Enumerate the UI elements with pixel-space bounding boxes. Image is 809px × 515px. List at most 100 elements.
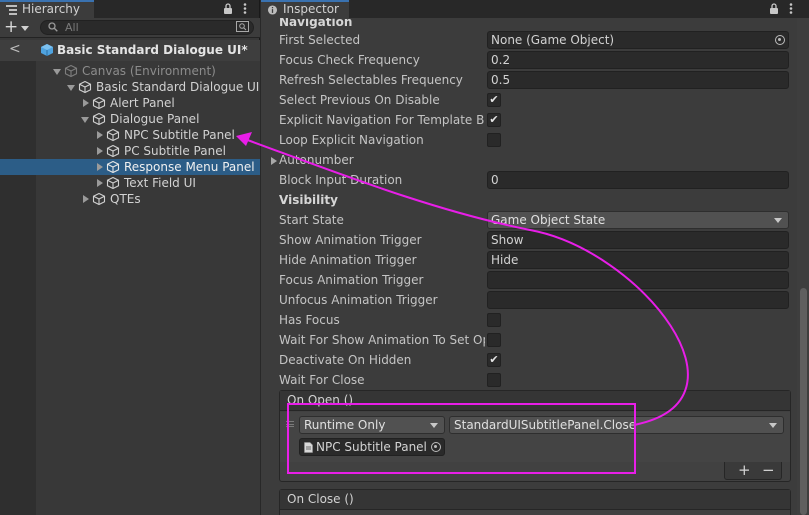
drag-handle-icon[interactable] [286,421,294,427]
hide-trigger-input[interactable]: Hide [487,251,789,269]
inspector-tabbar: Inspector [261,0,809,18]
event-header: On Open () [280,391,790,411]
tree-item-npc-subtitle-panel[interactable]: NPC Subtitle Panel [0,127,260,143]
refresh-input[interactable]: 0.5 [487,71,789,89]
fold-arrow-icon[interactable] [97,131,103,139]
tree-item-basic-standard-dialogue-ui[interactable]: Basic Standard Dialogue UI [0,79,260,95]
deactivate-checkbox[interactable]: ✔ [487,353,501,367]
chevron-down-icon [430,423,438,428]
row-deactivate-on-hidden: Deactivate On Hidden ✔ [279,350,797,370]
row-block-input: Block Input Duration 0 [279,170,797,190]
property-label: Wait For Show Animation To Set Ope [279,333,485,347]
row-show-trigger: Show Animation Trigger Show [279,230,797,250]
back-arrow-icon[interactable]: < [9,41,21,57]
property-label: Unfocus Animation Trigger [279,293,438,307]
target-object-field[interactable]: NPC Subtitle Panel [299,438,445,456]
dropdown-value: Runtime Only [304,418,386,432]
event-listener: Runtime Only StandardUISubtitlePanel.Clo… [280,412,790,462]
chevron-down-icon [21,26,29,31]
fold-arrow-icon[interactable] [97,147,103,155]
explicit-navigation-checkbox[interactable]: ✔ [487,113,501,127]
on-open-event: On Open () Runtime Only StandardUISubtit… [279,390,791,482]
fold-arrow-icon[interactable] [83,195,89,203]
inspector-scrollbar[interactable] [797,18,809,515]
loop-navigation-checkbox[interactable] [487,133,501,147]
chevron-down-icon [774,218,782,223]
fold-arrow-icon[interactable] [97,163,103,171]
property-label: Has Focus [279,313,340,327]
property-label: First Selected [279,33,361,47]
gameobject-cube-icon [78,80,92,94]
dropdown-value: Game Object State [491,213,606,227]
tree-item-dialogue-panel[interactable]: Dialogue Panel [0,111,260,127]
runtime-dropdown[interactable]: Runtime Only [299,416,445,434]
unfocus-trigger-input[interactable] [487,291,789,309]
tree-item-pc-subtitle-panel[interactable]: PC Subtitle Panel [0,143,260,159]
property-label: Wait For Close [279,373,365,387]
foldout-arrow-icon[interactable] [271,157,277,165]
on-close-event: On Close () [279,489,791,515]
tab-inspector[interactable]: Inspector [261,0,349,18]
function-dropdown[interactable]: StandardUISubtitlePanel.Close [449,416,784,434]
kebab-menu-icon[interactable] [243,3,247,14]
tree-item-alert-panel[interactable]: Alert Panel [0,95,260,111]
tree-item-text-field-ui[interactable]: Text Field UI [0,175,260,191]
hierarchy-panel: Hierarchy + < [0,0,260,515]
property-label: Block Input Duration [279,173,403,187]
hierarchy-search[interactable] [40,20,254,35]
show-trigger-input[interactable]: Show [487,231,789,249]
hierarchy-tabbar: Hierarchy [0,0,259,18]
object-picker-icon[interactable] [775,35,785,45]
row-focus-trigger: Focus Animation Trigger [279,270,797,290]
row-wait-show-animation: Wait For Show Animation To Set Ope [279,330,797,350]
add-remove-buttons: + − [724,461,782,480]
tree-item-label: Dialogue Panel [110,112,200,126]
has-focus-checkbox[interactable] [487,313,501,327]
fold-arrow-icon[interactable] [67,85,75,91]
event-header: On Close () [280,490,790,510]
scene-search-icon[interactable] [236,21,250,33]
lock-icon[interactable] [769,3,779,14]
property-label: Loop Explicit Navigation [279,133,424,147]
block-input-field[interactable]: 0 [487,171,789,189]
select-previous-checkbox[interactable]: ✔ [487,93,501,107]
start-state-dropdown[interactable]: Game Object State [487,211,789,229]
scene-title: Basic Standard Dialogue UI* [57,43,248,57]
remove-listener-button[interactable]: − [762,461,775,479]
search-icon [48,22,58,32]
gameobject-cube-icon [92,96,106,110]
fold-arrow-icon[interactable] [81,117,89,123]
fold-arrow-icon[interactable] [97,179,103,187]
tree-item-label: Canvas (Environment) [82,64,216,78]
focus-check-input[interactable]: 0.2 [487,51,789,69]
inspector-tab-label: Inspector [283,2,339,16]
wait-close-checkbox[interactable] [487,373,501,387]
scrollbar-thumb[interactable] [800,288,807,515]
tree-item-canvas[interactable]: Canvas (Environment) [0,63,260,79]
create-button[interactable]: + [4,19,34,36]
focus-trigger-input[interactable] [487,271,789,289]
fold-arrow-icon[interactable] [53,69,61,75]
hierarchy-list-icon [6,5,17,15]
row-wait-for-close: Wait For Close [279,370,797,390]
tree-item-response-menu-panel[interactable]: Response Menu Panel [0,159,260,175]
first-selected-field[interactable]: None (Game Object) [487,31,789,49]
object-picker-icon[interactable] [431,442,441,452]
field-value: None (Game Object) [491,33,615,47]
row-hide-trigger: Hide Animation Trigger Hide [279,250,797,270]
kebab-menu-icon[interactable] [789,3,793,14]
add-listener-button[interactable]: + [738,461,751,479]
row-loop-navigation: Loop Explicit Navigation [279,130,797,150]
wait-show-checkbox[interactable] [487,333,501,347]
script-file-icon [304,442,313,453]
tab-hierarchy[interactable]: Hierarchy [0,0,94,18]
section-visibility: Visibility [279,190,797,210]
section-header: Navigation [279,18,353,29]
fold-arrow-icon[interactable] [83,99,89,107]
search-input[interactable] [65,21,215,34]
tree-item-label: QTEs [110,192,141,206]
lock-icon[interactable] [223,3,233,14]
row-autonumber[interactable]: Autonumber [271,150,797,170]
property-label: Hide Animation Trigger [279,253,417,267]
tree-item-qtes[interactable]: QTEs [0,191,260,207]
